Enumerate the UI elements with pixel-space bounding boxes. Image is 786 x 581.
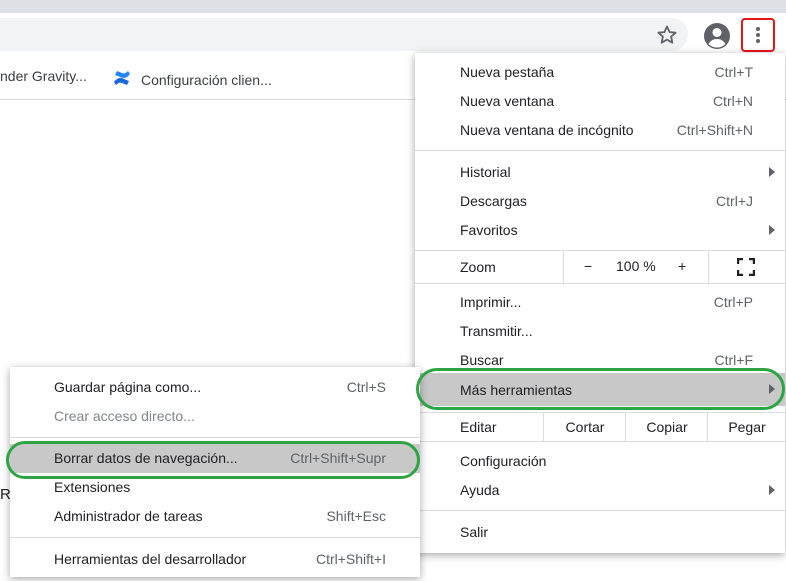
annotation-highlight-clear-data — [6, 441, 420, 479]
paste-button[interactable]: Pegar — [707, 413, 786, 441]
menu-item-label: Guardar página como... — [54, 379, 202, 395]
fullscreen-icon[interactable] — [736, 257, 756, 277]
menu-item-bookmarks[interactable]: Favoritos — [415, 216, 785, 245]
bookmark-label: Configuración clien... — [141, 71, 272, 88]
zoom-controls: − 100 % + — [563, 251, 709, 283]
zoom-out-button[interactable]: − — [584, 258, 592, 274]
menu-item-shortcut: Ctrl+Shift+I — [315, 551, 386, 567]
zoom-level: 100 % — [616, 258, 656, 274]
menu-item-settings[interactable]: Configuración — [415, 447, 785, 476]
menu-item-label: Herramientas del desarrollador — [54, 551, 247, 567]
submenu-arrow-icon — [769, 167, 775, 177]
menu-item-label: Nueva ventana de incógnito — [460, 122, 634, 138]
menu-item-shortcut: Ctrl+N — [712, 93, 753, 109]
menu-item-shortcut: Ctrl+S — [346, 379, 386, 395]
annotation-highlight-more-tools — [416, 368, 785, 410]
cut-button[interactable]: Cortar — [543, 413, 626, 441]
submenu-arrow-icon — [769, 225, 775, 235]
menu-item-label: Imprimir... — [460, 294, 522, 310]
menu-divider — [415, 441, 785, 442]
zoom-in-button[interactable]: + — [678, 258, 686, 274]
menu-item-new-window[interactable]: Nueva ventana Ctrl+N — [415, 87, 785, 116]
account-circle-icon[interactable] — [703, 22, 731, 50]
toolbar — [0, 13, 786, 55]
copy-button[interactable]: Copiar — [625, 413, 708, 441]
menu-item-label: Favoritos — [460, 222, 518, 238]
menu-item-incognito[interactable]: Nueva ventana de incógnito Ctrl+Shift+N — [415, 116, 785, 145]
menu-item-label: Salir — [460, 524, 489, 540]
menu-button[interactable] — [741, 18, 775, 52]
menu-divider — [415, 510, 785, 511]
tab-strip — [0, 0, 786, 13]
chrome-main-menu: Nueva pestaña Ctrl+T Nueva ventana Ctrl+… — [415, 53, 785, 553]
menu-item-downloads[interactable]: Descargas Ctrl+J — [415, 187, 785, 216]
menu-item-cast[interactable]: Transmitir... — [415, 317, 785, 346]
bookmark-item[interactable]: nder Gravity... — [0, 68, 87, 84]
menu-item-label: Historial — [460, 164, 511, 180]
star-outline-icon[interactable] — [655, 23, 679, 47]
menu-divider — [10, 437, 420, 438]
edit-label: Editar — [460, 419, 497, 435]
menu-item-shortcut: Ctrl+Shift+N — [676, 122, 753, 138]
menu-item-shortcut: Shift+Esc — [326, 508, 386, 524]
menu-item-exit[interactable]: Salir — [415, 518, 785, 547]
submenu-item-create-shortcut: Crear acceso directo... — [10, 402, 420, 431]
bookmark-item[interactable]: Configuración clien... — [112, 68, 272, 91]
submenu-arrow-icon — [769, 485, 775, 495]
menu-item-shortcut: Ctrl+P — [713, 294, 753, 310]
menu-divider — [10, 537, 420, 538]
menu-item-label: Buscar — [460, 352, 504, 368]
menu-item-label: Descargas — [460, 193, 527, 209]
menu-item-shortcut: Ctrl+T — [714, 64, 754, 80]
menu-item-label: Administrador de tareas — [54, 508, 203, 524]
menu-item-label: Nueva ventana — [460, 93, 555, 109]
zoom-row: Zoom − 100 % + — [415, 251, 785, 283]
menu-item-shortcut: Ctrl+F — [714, 352, 754, 368]
address-bar[interactable] — [0, 18, 688, 51]
submenu-item-task-manager[interactable]: Administrador de tareas Shift+Esc — [10, 502, 420, 531]
zoom-label: Zoom — [460, 259, 496, 275]
kebab-menu-icon — [755, 26, 761, 44]
menu-item-new-tab[interactable]: Nueva pestaña Ctrl+T — [415, 58, 785, 87]
menu-item-label: Nueva pestaña — [460, 64, 555, 80]
confluence-icon — [112, 68, 132, 91]
menu-item-history[interactable]: Historial — [415, 158, 785, 187]
menu-item-label: Configuración — [460, 453, 547, 469]
menu-item-help[interactable]: Ayuda — [415, 476, 785, 505]
menu-item-label: Transmitir... — [460, 323, 533, 339]
menu-item-label: Ayuda — [460, 482, 500, 498]
submenu-item-devtools[interactable]: Herramientas del desarrollador Ctrl+Shif… — [10, 545, 420, 574]
menu-divider — [415, 283, 785, 284]
menu-item-print[interactable]: Imprimir... Ctrl+P — [415, 288, 785, 317]
menu-item-shortcut: Ctrl+J — [716, 193, 753, 209]
submenu-item-save-page[interactable]: Guardar página como... Ctrl+S — [10, 373, 420, 402]
edit-row: Editar Cortar Copiar Pegar — [415, 413, 785, 441]
menu-item-label: Crear acceso directo... — [54, 408, 195, 424]
menu-item-label: Extensiones — [54, 479, 131, 495]
menu-divider — [415, 150, 785, 151]
